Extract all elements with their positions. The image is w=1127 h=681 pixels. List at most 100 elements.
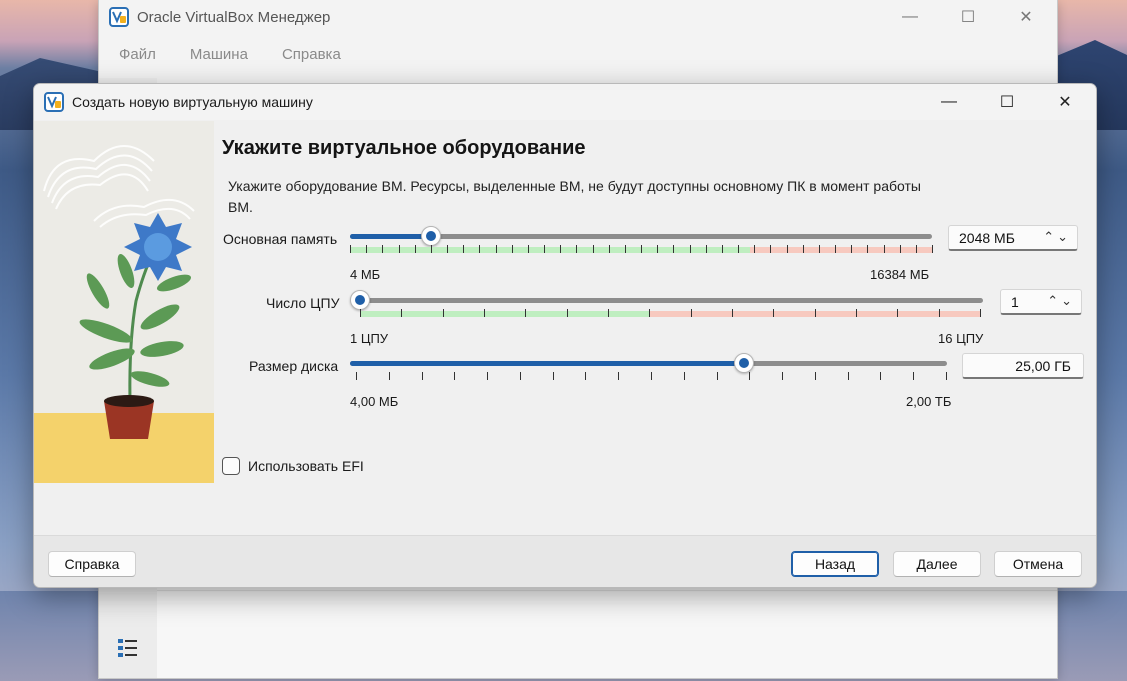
disk-min-label: 4,00 МБ: [350, 394, 399, 409]
scale-tick: [624, 245, 626, 253]
cancel-button[interactable]: Отмена: [994, 551, 1082, 577]
disk-size-slider-fill: [350, 361, 745, 366]
back-button[interactable]: Назад: [791, 551, 879, 577]
scale-tick: [525, 309, 527, 317]
scale-tick: [382, 245, 384, 253]
efi-checkbox[interactable]: [222, 457, 240, 475]
memory-slider[interactable]: [350, 226, 932, 246]
manager-menu-bar: Файл Машина Справка: [99, 40, 355, 68]
scale-tick: [350, 245, 351, 253]
scale-tick: [716, 372, 718, 380]
dialog-title: Создать новую виртуальную машину: [72, 94, 313, 110]
help-button[interactable]: Справка: [48, 551, 136, 577]
disk-size-label: Размер диска: [249, 358, 339, 374]
scale-tick: [705, 245, 707, 253]
memory-max-label: 16384 МБ: [870, 267, 930, 282]
scale-tick: [915, 245, 917, 253]
disk-max-label: 2,00 ТБ: [906, 394, 952, 409]
cpu-spin-arrows-icon[interactable]: ⌃⌄: [1047, 293, 1075, 309]
machine-list-icon[interactable]: [117, 637, 139, 664]
cpu-slider[interactable]: [350, 290, 983, 310]
manager-close-button[interactable]: ✕: [997, 0, 1055, 34]
cpu-max-label: 16 ЦПУ: [938, 331, 984, 346]
disk-size-slider[interactable]: [350, 353, 947, 373]
scale-tick: [732, 309, 733, 317]
scale-tick: [847, 372, 849, 380]
dialog-close-button[interactable]: ✕: [1036, 84, 1094, 120]
menu-machine[interactable]: Машина: [190, 46, 248, 63]
efi-option[interactable]: Использовать EFI: [222, 457, 364, 475]
scale-tick: [592, 245, 594, 253]
scale-tick: [938, 309, 940, 317]
disk-size-value: 25,00 ГБ: [1015, 358, 1071, 374]
dialog-maximize-button[interactable]: ☐: [978, 84, 1036, 120]
manager-title-bar: Oracle VirtualBox Менеджер — ☐ ✕: [99, 0, 1057, 34]
scale-tick: [883, 245, 885, 253]
dialog-title-bar: Создать новую виртуальную машину — ☐ ✕: [34, 84, 1096, 120]
menu-help[interactable]: Справка: [282, 46, 341, 63]
scale-tick: [673, 245, 675, 253]
scale-tick: [479, 245, 481, 253]
cpu-slider-handle[interactable]: [350, 290, 370, 310]
scale-tick: [484, 309, 485, 317]
scale-tick: [690, 309, 692, 317]
scale-tick: [657, 245, 659, 253]
scale-tick: [814, 309, 816, 317]
scale-tick: [856, 309, 857, 317]
scale-tick: [511, 245, 513, 253]
disk-size-input[interactable]: 25,00 ГБ: [962, 353, 1084, 379]
manager-window-title: Oracle VirtualBox Менеджер: [137, 8, 331, 26]
disk-size-slider-handle[interactable]: [734, 353, 755, 373]
scale-tick: [366, 245, 368, 253]
scale-tick: [782, 372, 784, 380]
scale-tick: [608, 309, 609, 317]
manager-minimize-button[interactable]: —: [881, 0, 939, 34]
scale-tick: [430, 245, 432, 253]
scale-tick: [786, 245, 788, 253]
cpu-spinbox[interactable]: 1 ⌃⌄: [1000, 289, 1082, 315]
memory-slider-fill: [350, 234, 432, 239]
scale-tick: [585, 372, 587, 380]
scale-tick: [818, 245, 820, 253]
scale-tick: [651, 372, 652, 380]
memory-slider-handle[interactable]: [421, 226, 442, 246]
scale-tick: [454, 372, 456, 380]
scale-tick: [360, 309, 361, 317]
cpu-value: 1: [1011, 294, 1019, 310]
scale-tick: [463, 245, 465, 253]
memory-spin-arrows-icon[interactable]: ⌃⌄: [1043, 229, 1071, 245]
menu-file[interactable]: Файл: [119, 46, 156, 63]
dialog-minimize-button[interactable]: —: [920, 84, 978, 120]
scale-tick: [749, 372, 751, 380]
scale-tick: [447, 245, 448, 253]
scale-tick: [560, 245, 562, 253]
memory-value: 2048 МБ: [959, 230, 1015, 246]
virtualbox-logo-icon: [109, 7, 129, 27]
wizard-illustration: [34, 121, 214, 483]
scale-tick: [932, 245, 933, 253]
cpu-scale: [360, 309, 981, 317]
dialog-button-bar: Справка Назад Далее Отмена: [34, 535, 1096, 587]
scale-tick: [566, 309, 568, 317]
manager-maximize-button[interactable]: ☐: [939, 0, 997, 34]
scale-tick: [356, 372, 357, 380]
scale-tick: [802, 245, 804, 253]
memory-spinbox[interactable]: 2048 МБ ⌃⌄: [948, 225, 1078, 251]
scale-tick: [770, 245, 772, 253]
scale-tick: [414, 245, 416, 253]
efi-label[interactable]: Использовать EFI: [248, 458, 364, 474]
scale-tick: [738, 245, 739, 253]
memory-scale: [350, 245, 933, 253]
memory-min-label: 4 МБ: [350, 267, 381, 282]
next-button[interactable]: Далее: [893, 551, 981, 577]
scale-tick: [401, 309, 403, 317]
manager-content-area: [157, 590, 1057, 678]
page-description: Укажите оборудование ВМ. Ресурсы, выделе…: [228, 178, 921, 215]
scale-tick: [641, 245, 642, 253]
scale-tick: [689, 245, 691, 253]
create-vm-dialog: Создать новую виртуальную машину — ☐ ✕ У…: [33, 83, 1097, 588]
scale-tick: [544, 245, 545, 253]
scale-tick: [835, 245, 836, 253]
scale-tick: [683, 372, 685, 380]
memory-label: Основная память: [223, 231, 338, 247]
